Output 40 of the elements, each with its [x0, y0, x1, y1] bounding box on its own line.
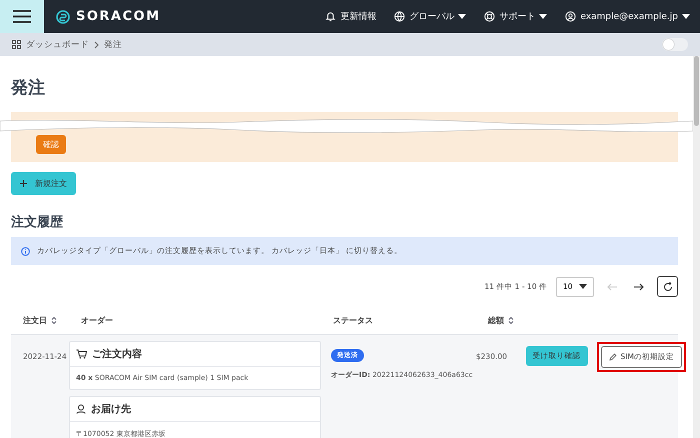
column-header[interactable]: 総額	[476, 314, 518, 326]
card-title: お届け先	[91, 402, 131, 416]
plus-icon	[20, 180, 27, 187]
globe-icon	[394, 11, 406, 22]
nav-menu[interactable]: 更新情報	[325, 10, 376, 23]
user-icon	[565, 11, 576, 22]
sort-icon[interactable]	[508, 316, 514, 324]
lifebuoy-icon	[484, 11, 496, 22]
caret-icon	[682, 14, 690, 19]
nav-menu[interactable]: サポート	[484, 10, 548, 23]
column-header: オーダー	[80, 314, 114, 326]
caret-icon	[539, 14, 548, 19]
chevron-icon	[94, 40, 99, 48]
menu-button[interactable]	[0, 0, 44, 33]
breadcrumb-item: 発注	[104, 38, 122, 50]
info-icon	[21, 246, 30, 256]
nav-menu[interactable]: example@example.jp	[565, 10, 690, 23]
refresh-icon	[662, 282, 672, 292]
theme-toggle[interactable]	[662, 38, 688, 51]
logo-icon	[56, 10, 70, 24]
nav-menu[interactable]: グローバル	[394, 10, 466, 23]
section-title: 注文履歴	[11, 214, 64, 231]
cart-icon	[76, 349, 87, 359]
dashboard-icon	[12, 40, 21, 49]
column-header: ステータス	[332, 314, 374, 326]
pencil-icon	[608, 352, 616, 360]
logo-text: SORACOM	[76, 9, 161, 24]
right-arrow-icon	[634, 283, 644, 291]
column-header[interactable]: 注文日	[11, 314, 69, 326]
menu-icon	[13, 10, 31, 23]
new-order-button[interactable]: 新規注文	[11, 172, 76, 195]
caret-icon	[458, 14, 466, 19]
page-title: 発注	[11, 77, 46, 100]
sort-icon[interactable]	[51, 316, 57, 324]
refresh-button[interactable]	[657, 276, 678, 297]
left-arrow-icon	[607, 283, 617, 291]
bell-icon	[325, 11, 336, 22]
caret-icon	[579, 284, 587, 289]
breadcrumb-item[interactable]: ダッシュボード	[26, 38, 89, 50]
card-title: ご注文内容	[92, 347, 142, 361]
